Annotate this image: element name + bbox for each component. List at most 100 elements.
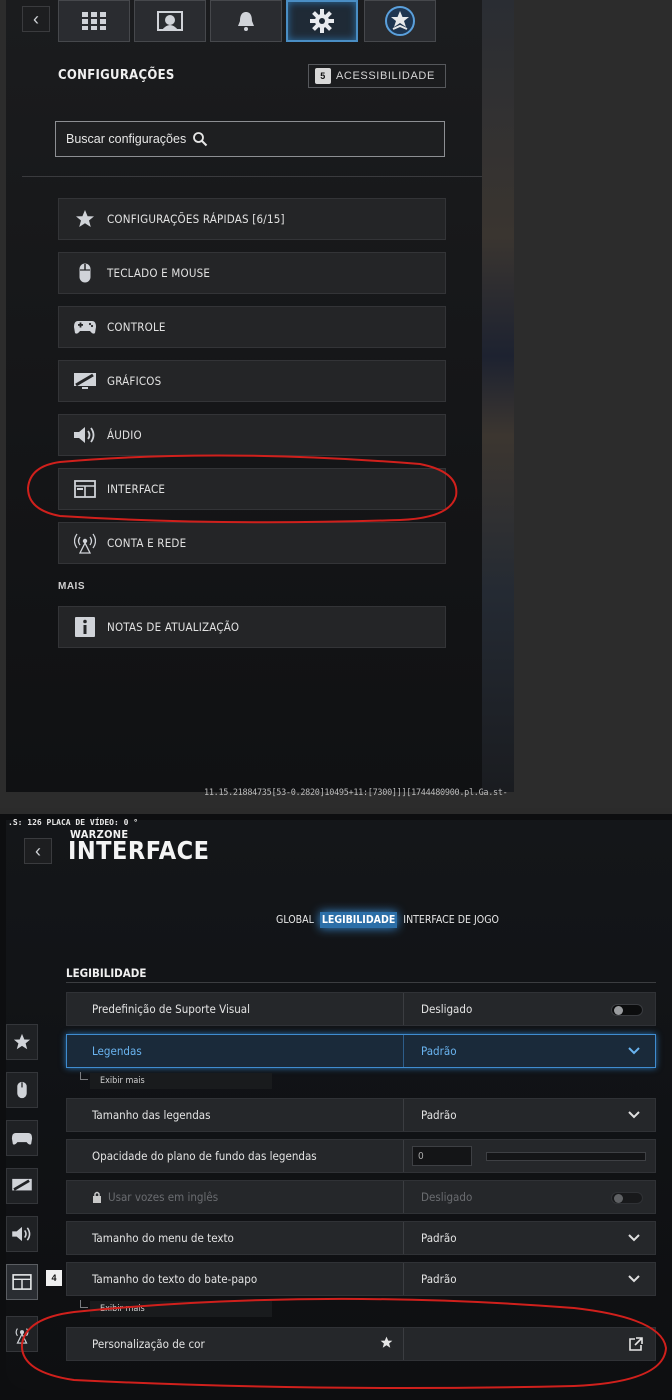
back-button[interactable]: ‹ <box>24 838 52 864</box>
tab-grid[interactable] <box>58 0 130 42</box>
setting-row-chat-text-size[interactable]: Tamanho do texto do bate-papo Padrão <box>66 1262 656 1296</box>
menu-account-network[interactable]: CONTA E REDE <box>58 522 446 564</box>
show-more-link[interactable]: Exibir mais <box>90 1073 272 1089</box>
tab-settings[interactable] <box>286 0 358 42</box>
setting-row-subtitles[interactable]: Legendas Padrão <box>66 1034 656 1068</box>
rank-badge-icon <box>385 6 415 36</box>
tab-game-interface[interactable]: INTERFACE DE JOGO <box>401 912 501 928</box>
setting-row-color-customization[interactable]: Personalização de cor <box>66 1327 656 1361</box>
menu-interface[interactable]: INTERFACE <box>58 468 446 510</box>
sidebar-item-audio[interactable] <box>6 1216 38 1252</box>
tab-global[interactable]: GLOBAL <box>274 912 316 928</box>
bell-icon <box>238 12 254 31</box>
menu-audio[interactable]: ÁUDIO <box>58 414 446 456</box>
setting-label: Tamanho do texto do bate-papo <box>92 1272 258 1286</box>
menu-graphics[interactable]: GRÁFICOS <box>58 360 446 402</box>
network-icon <box>15 1328 29 1344</box>
build-version: 11.15.21884735[53-0.2820]10495+11:[7300]… <box>204 788 508 798</box>
setting-label: Usar vozes em inglês <box>108 1190 219 1204</box>
mouse-icon <box>79 263 91 283</box>
setting-value: Padrão <box>421 1231 457 1245</box>
page-title: CONFIGURAÇÕES <box>58 68 175 83</box>
tree-connector <box>80 1072 88 1080</box>
chevron-down-icon[interactable] <box>627 1231 641 1245</box>
menu-label: CONTA E REDE <box>107 536 187 550</box>
divider <box>66 982 656 983</box>
info-icon <box>75 617 95 637</box>
debug-overlay: .S: 126 PLACA DE VÍDEO: 0 ° <box>8 818 139 827</box>
setting-label: Opacidade do plano de fundo das legendas <box>92 1149 317 1163</box>
tab-legibility[interactable]: LEGIBILIDADE <box>319 912 398 928</box>
background-art <box>482 0 514 792</box>
speaker-icon <box>12 1226 31 1242</box>
setting-value: Padrão <box>421 1272 457 1286</box>
settings-panel: ‹ CONFIGURAÇÕES 5 ACESSIBILIDADE Buscar … <box>6 0 482 792</box>
network-icon <box>74 533 96 554</box>
tab-notifications[interactable] <box>210 0 282 42</box>
gear-icon <box>310 9 334 33</box>
lock-icon <box>93 1191 101 1203</box>
setting-row-text-menu-size[interactable]: Tamanho do menu de texto Padrão <box>66 1221 656 1255</box>
speaker-icon <box>74 427 95 443</box>
toggle-switch[interactable] <box>611 1004 643 1016</box>
chevron-down-icon[interactable] <box>627 1108 641 1122</box>
sidebar-item-interface[interactable] <box>6 1264 38 1300</box>
setting-value: Padrão <box>421 1044 457 1058</box>
star-icon <box>13 1033 31 1050</box>
search-icon <box>193 132 208 147</box>
setting-row-visual-support-preset[interactable]: Predefinição de Suporte Visual Desligado <box>66 992 656 1026</box>
search-input[interactable]: Buscar configurações <box>55 121 445 157</box>
setting-label: Personalização de cor <box>92 1337 205 1351</box>
setting-label: Predefinição de Suporte Visual <box>92 1002 251 1016</box>
opacity-slider[interactable] <box>486 1152 646 1161</box>
menu-label: GRÁFICOS <box>107 374 162 388</box>
monitor-icon <box>74 373 96 389</box>
setting-label: Legendas <box>92 1044 142 1058</box>
section-more: MAIS <box>58 581 85 592</box>
monitor-icon <box>12 1178 32 1191</box>
sidebar-item-keyboard-mouse[interactable] <box>6 1072 38 1108</box>
menu-label: NOTAS DE ATUALIZAÇÃO <box>107 620 240 634</box>
setting-label-wrap: Personalização de cor <box>67 1336 403 1351</box>
chevron-down-icon[interactable] <box>627 1272 641 1286</box>
interface-icon <box>74 480 96 498</box>
menu-controller[interactable]: CONTROLE <box>58 306 446 348</box>
menu-patch-notes[interactable]: NOTAS DE ATUALIZAÇÃO <box>58 606 446 648</box>
divider <box>22 176 482 177</box>
menu-quick-settings[interactable]: CONFIGURAÇÕES RÁPIDAS [6/15] <box>58 198 446 240</box>
setting-row-subtitle-bg-opacity[interactable]: Opacidade do plano de fundo das legendas… <box>66 1139 656 1173</box>
sidebar-item-controller[interactable] <box>6 1120 38 1156</box>
sidebar-item-account-network[interactable] <box>6 1316 38 1352</box>
key-hint: 5 <box>315 68 331 84</box>
star-icon <box>76 210 94 227</box>
tree-connector <box>80 1300 88 1308</box>
grid-icon <box>82 12 106 30</box>
external-link-icon[interactable] <box>628 1337 643 1352</box>
section-title: LEGIBILIDADE <box>66 966 147 980</box>
accessibility-label: ACESSIBILIDADE <box>336 70 435 82</box>
menu-label: ÁUDIO <box>107 428 142 442</box>
tab-operators[interactable] <box>134 0 206 42</box>
mouse-icon <box>17 1081 27 1099</box>
setting-value: Padrão <box>421 1108 457 1122</box>
setting-value: Desligado <box>421 1002 473 1016</box>
tab-rank[interactable] <box>364 0 436 42</box>
key-hint: 4 <box>46 1270 62 1286</box>
setting-label: Tamanho do menu de texto <box>92 1231 234 1245</box>
chevron-down-icon[interactable] <box>627 1044 641 1058</box>
sidebar-item-graphics[interactable] <box>6 1168 38 1204</box>
menu-label: INTERFACE <box>107 482 166 496</box>
show-more-link[interactable]: Exibir mais <box>90 1301 272 1317</box>
back-button[interactable]: ‹ <box>22 6 50 32</box>
interface-screen: .S: 126 PLACA DE VÍDEO: 0 ° ‹ WARZONE IN… <box>0 814 672 1400</box>
opacity-value-input[interactable]: 0 <box>412 1146 472 1166</box>
search-placeholder: Buscar configurações <box>66 132 187 146</box>
settings-screen: ‹ CONFIGURAÇÕES 5 ACESSIBILIDADE Buscar … <box>0 0 672 808</box>
accessibility-button[interactable]: 5 ACESSIBILIDADE <box>308 64 446 88</box>
sidebar-item-quick-settings[interactable] <box>6 1024 38 1060</box>
menu-keyboard-mouse[interactable]: TECLADO E MOUSE <box>58 252 446 294</box>
gamepad-icon <box>74 321 96 334</box>
menu-label: CONTROLE <box>107 320 166 334</box>
setting-row-subtitle-size[interactable]: Tamanho das legendas Padrão <box>66 1098 656 1132</box>
sub-tabs: GLOBAL LEGIBILIDADE INTERFACE DE JOGO <box>274 912 501 928</box>
